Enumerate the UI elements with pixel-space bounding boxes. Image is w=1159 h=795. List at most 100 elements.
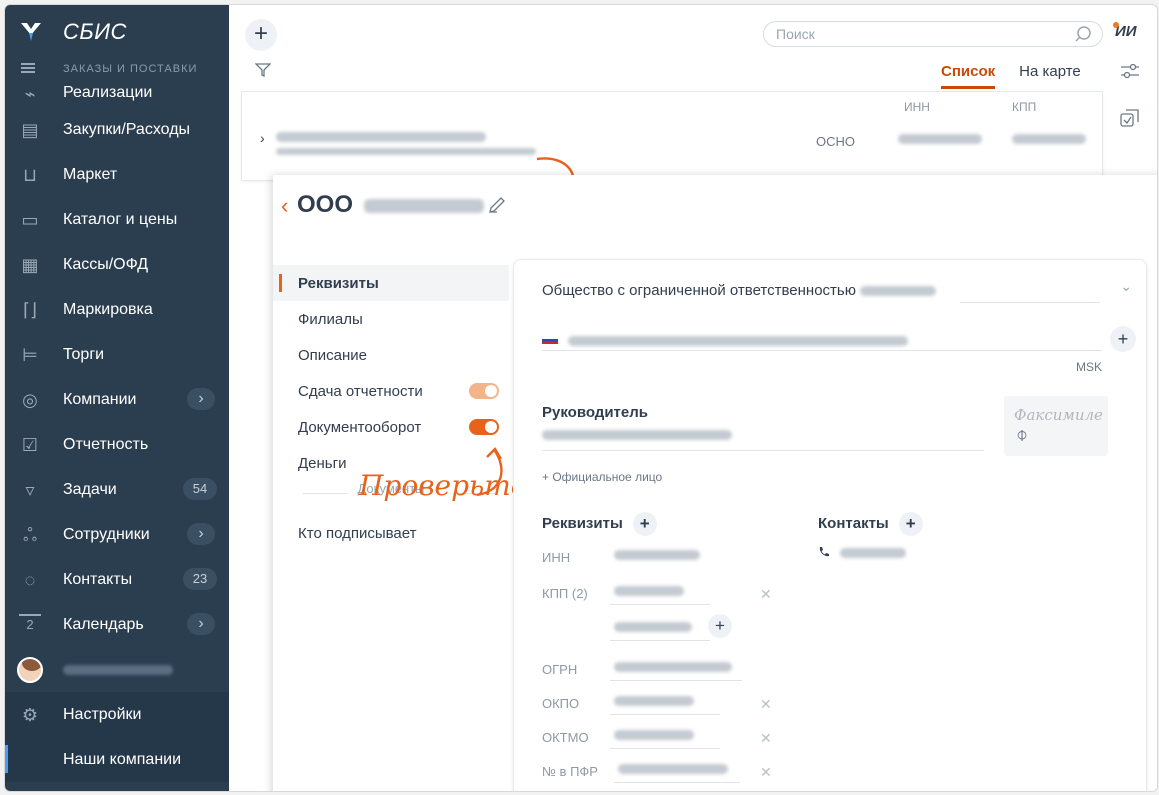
company-name-redacted <box>276 132 486 142</box>
paperclip-icon: ⌽ <box>1016 424 1028 446</box>
field-label-oktmo: ОКТМО <box>542 730 589 745</box>
ogrn-value-redacted[interactable] <box>614 662 732 672</box>
kpp2-value-redacted[interactable] <box>614 622 692 632</box>
sidebar: СБИС ЗАКАЗЫ И ПОСТАВКИ ⌁ Реализации ▤ За… <box>5 5 229 791</box>
contacts-section-title: Контакты + <box>818 512 923 536</box>
sidebar-item-settings[interactable]: ⚙ Настройки <box>5 692 229 737</box>
director-name-redacted[interactable] <box>542 430 732 440</box>
sidebar-item-calendar[interactable]: 2 Календарь › <box>5 602 229 647</box>
remove-oktmo-icon[interactable]: ✕ <box>760 730 772 747</box>
tab-map[interactable]: На карте <box>1019 63 1081 89</box>
chevron-right-icon[interactable]: › <box>187 523 215 545</box>
chevron-right-icon[interactable]: › <box>187 613 215 635</box>
companies-icon: ◎ <box>22 390 38 410</box>
reporting-toggle[interactable] <box>469 383 499 399</box>
remove-pfr-icon[interactable]: ✕ <box>760 764 772 781</box>
signature-box[interactable]: Факсимиле ⌽ <box>1004 396 1108 456</box>
sidebar-item-contacts[interactable]: ◌ Контакты 23 <box>5 557 229 602</box>
requisites-section-title: Реквизиты + <box>542 512 657 536</box>
people-icon: ஃ <box>22 525 38 545</box>
section-nav: Реквизиты Филиалы Описание Сдача отчетно… <box>273 265 509 551</box>
kpp-redacted <box>1012 134 1086 144</box>
add-contact-button[interactable]: + <box>898 512 923 536</box>
chevron-right-icon[interactable]: › <box>260 130 265 146</box>
chat-icon: ◌ <box>24 570 36 590</box>
view-tabs: Список На карте <box>941 63 1081 89</box>
remove-kpp-icon[interactable]: ✕ <box>760 586 772 603</box>
sidebar-item-tasks[interactable]: ▿ Задачи 54 <box>5 467 229 512</box>
nav-item-branches[interactable]: Филиалы <box>273 301 509 337</box>
inn-value-redacted[interactable] <box>614 550 700 560</box>
sidebar-item-companies[interactable]: ◎ Компании › <box>5 377 229 422</box>
annotation-arrow-icon <box>476 447 503 497</box>
okpo-value-redacted[interactable] <box>614 696 694 706</box>
tab-list[interactable]: Список <box>941 63 996 89</box>
sidebar-item-catalog[interactable]: ▭ Каталог и цены <box>5 197 229 242</box>
sidebar-item-cash[interactable]: ▦ Кассы/ОФД <box>5 242 229 287</box>
cash-register-icon: ▦ <box>21 255 39 275</box>
add-requisite-button[interactable]: + <box>632 512 657 536</box>
search-icon[interactable] <box>1074 25 1092 43</box>
nav-item-reporting[interactable]: Сдача отчетности <box>273 373 509 409</box>
report-icon: ☑ <box>21 435 39 455</box>
sidebar-item-reports[interactable]: ☑ Отчетность <box>5 422 229 467</box>
section-title: ЗАКАЗЫ И ПОСТАВКИ <box>63 63 198 75</box>
edo-toggle[interactable] <box>469 419 499 435</box>
kpp-value-redacted[interactable] <box>614 586 684 596</box>
company-list: ИНН КПП › ОСНО <box>241 91 1103 181</box>
sidebar-item-profile[interactable] <box>5 647 229 692</box>
sidebar-item-marking[interactable]: ⌈⌋ Маркировка <box>5 287 229 332</box>
table-row[interactable]: ОСНО <box>276 130 1096 160</box>
address-redacted[interactable] <box>568 336 908 346</box>
pencil-icon[interactable] <box>487 195 507 215</box>
sidebar-item-sales[interactable]: ⌁ Реализации <box>5 79 229 107</box>
add-address-button[interactable]: + <box>1110 326 1136 352</box>
sidebar-item-purchases[interactable]: ▤ Закупки/Расходы <box>5 107 229 152</box>
org-type-label: Общество с ограниченной ответственностью <box>542 282 937 299</box>
sbis-logo-icon[interactable] <box>19 21 43 43</box>
sidebar-item-tenders[interactable]: ⊨ Торги <box>5 332 229 377</box>
add-button[interactable]: + <box>245 19 277 51</box>
phone-redacted[interactable] <box>840 548 906 558</box>
column-header-inn: ИНН <box>904 100 930 114</box>
contacts-count-badge: 23 <box>183 568 217 590</box>
gear-icon: ⚙ <box>21 705 39 725</box>
sidebar-item-market[interactable]: ⊔ Маркет <box>5 152 229 197</box>
nav-item-description[interactable]: Описание <box>273 337 509 373</box>
company-address-redacted <box>276 148 536 155</box>
catalog-icon: ▭ <box>21 210 39 230</box>
gavel-icon: ⊨ <box>22 345 38 365</box>
sidebar-item-employees[interactable]: ஃ Сотрудники › <box>5 512 229 557</box>
russia-flag-icon <box>542 336 558 344</box>
add-kpp-button[interactable]: + <box>708 614 732 638</box>
handshake-icon: ⌁ <box>24 84 36 104</box>
avatar[interactable] <box>17 657 43 683</box>
add-official-link[interactable]: + Официальное лицо <box>542 470 662 484</box>
nav-item-requisites[interactable]: Реквизиты <box>273 265 509 301</box>
user-initials[interactable]: ИИ <box>1113 22 1137 40</box>
multi-select-icon[interactable] <box>1119 107 1141 129</box>
field-label-inn: ИНН <box>542 550 571 565</box>
sliders-icon[interactable] <box>1119 61 1141 81</box>
back-chevron-icon[interactable]: ‹ <box>281 193 288 219</box>
search-input[interactable]: Поиск <box>763 21 1103 47</box>
nav-item-edo[interactable]: Документооборот <box>273 409 509 445</box>
chevron-right-icon[interactable]: › <box>187 388 215 410</box>
app-window: СБИС ЗАКАЗЫ И ПОСТАВКИ ⌁ Реализации ▤ За… <box>4 4 1158 792</box>
filter-icon[interactable] <box>255 63 271 77</box>
tasks-count-badge: 54 <box>183 478 217 500</box>
pfr-value-redacted[interactable] <box>618 764 728 774</box>
org-name-redacted <box>860 286 937 297</box>
column-header-kpp: КПП <box>1012 100 1037 114</box>
remove-okpo-icon[interactable]: ✕ <box>760 696 772 713</box>
oktmo-value-redacted[interactable] <box>614 730 694 740</box>
chevron-down-icon[interactable]: ⌄ <box>1120 278 1132 295</box>
menu-icon[interactable] <box>21 63 35 73</box>
company-name-redacted <box>363 198 484 213</box>
requisites-card: Общество с ограниченной ответственностью… <box>513 259 1147 791</box>
sidebar-item-our-companies[interactable]: Наши компании <box>5 737 229 782</box>
timezone-label: MSK <box>1075 360 1102 374</box>
nav-item-signers[interactable]: Кто подписывает <box>273 515 509 551</box>
cart-icon: ⊔ <box>22 165 38 185</box>
company-card-panel: ‹ ООО Реквизиты Филиалы Описание Сдача о… <box>273 175 1157 791</box>
